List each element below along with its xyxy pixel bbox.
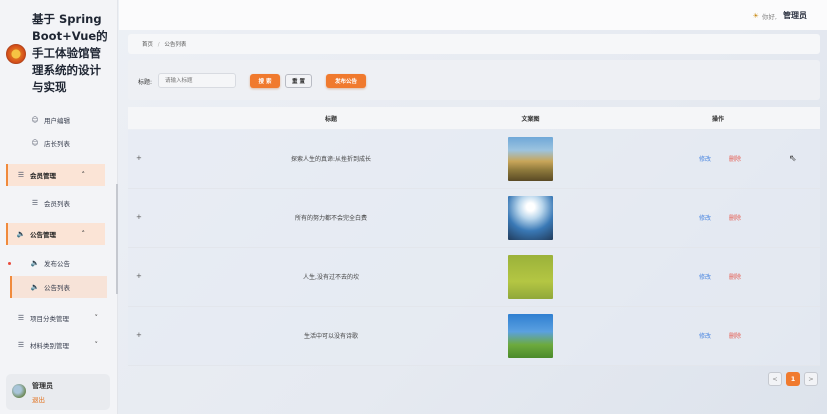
title-search-input[interactable]: [158, 73, 236, 88]
list-icon: ☰: [17, 341, 25, 349]
sidebar-item-member-list[interactable]: ☰ 会员列表: [0, 192, 118, 214]
logo: [6, 44, 26, 64]
chevron-up-icon: ˄: [81, 230, 86, 238]
row-title: 人生,没有过不去的坎: [303, 274, 359, 281]
list-icon: ☰: [31, 199, 39, 207]
indicator-dot: [8, 261, 11, 265]
pagination: < 1 >: [768, 372, 818, 386]
edit-link[interactable]: 修改: [699, 272, 711, 281]
row-thumbnail-image: [508, 314, 553, 358]
sidebar-item-manager-list[interactable]: ☺ 店长列表: [0, 132, 118, 154]
sidebar-item-user-edit[interactable]: ☺ 用户编辑: [0, 109, 118, 131]
breadcrumb: 首页 / 公告列表: [128, 34, 820, 54]
row-thumbnail-image: [508, 137, 553, 181]
publish-notice-button[interactable]: 发布公告: [326, 74, 366, 88]
page-button-current[interactable]: 1: [786, 372, 800, 386]
sidebar-item-notice-management[interactable]: 🔈 公告管理 ˄: [6, 223, 105, 245]
sidebar-item-publish-notice[interactable]: 🔈 发布公告: [0, 252, 118, 274]
mouse-cursor-icon: ⇖: [789, 154, 797, 164]
breadcrumb-current: 公告列表: [164, 42, 187, 48]
brand: 基于 Spring Boot+Vue的手工体验馆管理系统的设计与实现: [0, 0, 117, 106]
row-title: 探索人生的真谛:从挫折到成长: [290, 156, 372, 163]
delete-link[interactable]: 删除: [729, 272, 741, 281]
sidebar-item-label: 公告列表: [44, 284, 70, 292]
expand-icon[interactable]: +: [136, 331, 142, 339]
sidebar: 基于 Spring Boot+Vue的手工体验馆管理系统的设计与实现 ☺ 用户编…: [0, 0, 118, 414]
avatar: [12, 384, 26, 398]
table-row: + 探索人生的真谛:从挫折到成长 修改 删除: [128, 130, 820, 189]
reset-button[interactable]: 重 置: [285, 74, 312, 88]
row-thumbnail-image: [508, 196, 553, 240]
header-username[interactable]: 管理员: [783, 10, 807, 21]
sidebar-item-material-category[interactable]: ☰ 材料类别管理 ˅: [0, 334, 118, 356]
app-title: 基于 Spring Boot+Vue的手工体验馆管理系统的设计与实现: [32, 12, 108, 94]
title-label: 标题:: [138, 79, 153, 86]
expand-icon[interactable]: +: [136, 272, 142, 280]
breadcrumb-separator: /: [157, 42, 160, 48]
user-name: 管理员: [32, 382, 53, 390]
row-title: 所有的努力都不会完全白费: [294, 215, 367, 222]
sidebar-item-label: 发布公告: [44, 260, 70, 268]
next-page-button[interactable]: >: [804, 372, 818, 386]
chevron-down-icon: ˅: [94, 341, 99, 349]
search-button[interactable]: 搜 索: [250, 74, 280, 88]
row-title: 生活中可以没有诗歌: [303, 333, 358, 340]
table-row: + 所有的努力都不会完全白费 修改 删除: [128, 189, 820, 248]
chevron-down-icon: ˅: [94, 314, 99, 322]
user-icon: ☺: [31, 139, 39, 147]
notice-table: 标题 文案图 操作 + 探索人生的真谛:从挫折到成长 修改 删除 + 所有的努力…: [128, 107, 820, 366]
table-header: 标题 文案图 操作: [128, 107, 820, 129]
table-row: + 生活中可以没有诗歌 修改 删除: [128, 307, 820, 366]
sidebar-item-label: 用户编辑: [44, 117, 70, 125]
delete-link[interactable]: 删除: [729, 213, 741, 222]
speaker-icon: 🔈: [16, 230, 26, 238]
edit-link[interactable]: 修改: [699, 213, 711, 222]
top-header: ☀ 你好, 管理员: [119, 0, 827, 30]
list-icon: ☰: [17, 314, 25, 322]
chevron-up-icon: ˄: [81, 171, 86, 179]
sidebar-item-project-category[interactable]: ☰ 项目分类管理 ˅: [0, 307, 118, 329]
column-header-image: 文案图: [521, 116, 540, 123]
speaker-icon: 🔈: [30, 283, 40, 291]
list-icon: ☰: [17, 171, 25, 179]
column-header-title: 标题: [324, 116, 337, 123]
greeting-text: 你好,: [761, 12, 777, 21]
sidebar-item-label: 会员列表: [44, 200, 70, 208]
edit-link[interactable]: 修改: [699, 154, 711, 163]
sidebar-item-label: 公告管理: [30, 231, 56, 239]
sidebar-item-label: 会员管理: [30, 172, 56, 180]
user-card: 管理员 退出: [6, 374, 110, 410]
sidebar-scrollbar[interactable]: [116, 184, 118, 294]
sidebar-item-label: 项目分类管理: [30, 315, 69, 323]
expand-icon[interactable]: +: [136, 154, 142, 162]
sidebar-item-notice-list[interactable]: 🔈 公告列表: [10, 276, 107, 298]
greeting: ☀ 你好, 管理员: [753, 10, 807, 21]
sun-icon: ☀: [752, 11, 759, 20]
delete-link[interactable]: 删除: [729, 154, 741, 163]
sidebar-item-member-management[interactable]: ☰ 会员管理 ˄: [6, 164, 105, 186]
expand-icon[interactable]: +: [136, 213, 142, 221]
table-row: + 人生,没有过不去的坎 修改 删除: [128, 248, 820, 307]
sidebar-item-label: 材料类别管理: [30, 342, 69, 350]
search-toolbar: 标题: 搜 索 重 置 发布公告: [128, 60, 820, 100]
speaker-icon: 🔈: [30, 259, 40, 267]
row-thumbnail-image: [508, 255, 553, 299]
prev-page-button[interactable]: <: [768, 372, 782, 386]
breadcrumb-home[interactable]: 首页: [142, 42, 153, 48]
column-header-actions: 操作: [711, 116, 724, 123]
sidebar-item-label: 店长列表: [44, 140, 70, 148]
user-icon: ☺: [31, 116, 39, 124]
edit-link[interactable]: 修改: [699, 331, 711, 340]
logout-link[interactable]: 退出: [32, 394, 45, 404]
delete-link[interactable]: 删除: [729, 331, 741, 340]
